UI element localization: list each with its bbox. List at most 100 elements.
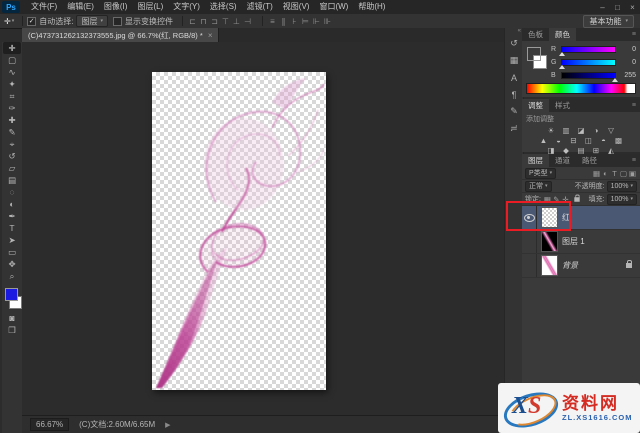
tool-preset-picker[interactable]: ✛ ▾ <box>0 17 18 26</box>
auto-select-dropdown[interactable]: 图层 ▾ <box>76 15 108 27</box>
adjustment-icon-0-0[interactable]: ☀ <box>546 126 557 135</box>
foreground-color-swatch[interactable] <box>5 288 18 301</box>
lock-all-icon[interactable] <box>574 194 580 202</box>
path-selection-tool[interactable]: ➤ <box>3 234 21 246</box>
dodge-tool[interactable]: ◐ <box>3 198 21 210</box>
layer-filter-icon-1[interactable]: ◐ <box>601 169 610 178</box>
align-icon-1[interactable]: ⊓ <box>198 17 209 26</box>
gradient-tool[interactable]: ▤ <box>3 174 21 186</box>
menu-item-7[interactable]: 视图(V) <box>278 0 315 14</box>
slider-value-g[interactable]: 0 <box>619 59 636 66</box>
align-icon-0[interactable]: ⊏ <box>187 17 198 26</box>
slider-track-b[interactable] <box>561 72 618 82</box>
menu-item-8[interactable]: 窗口(W) <box>314 0 353 14</box>
menu-item-9[interactable]: 帮助(H) <box>353 0 390 14</box>
marquee-tool[interactable]: ▢ <box>3 54 21 66</box>
hand-tool[interactable]: ✥ <box>3 258 21 270</box>
eyedropper-tool[interactable]: ✑ <box>3 102 21 114</box>
adjustment-icon-1-4[interactable]: ◓ <box>598 136 609 145</box>
adjustment-icon-2-4[interactable]: ◭ <box>606 146 617 155</box>
lasso-tool[interactable]: ∿ <box>3 66 21 78</box>
history-panel-icon[interactable]: ↺ <box>505 35 523 52</box>
history-brush-tool[interactable]: ↺ <box>3 150 21 162</box>
blend-mode-dropdown[interactable]: 正常 ▾ <box>525 180 552 192</box>
layer-filter-dropdown[interactable]: P类型 ▾ <box>525 167 557 179</box>
fill-dropdown[interactable]: 100% ▾ <box>606 193 637 205</box>
adjustment-icon-0-3[interactable]: ◑ <box>591 126 602 135</box>
slider-track-r[interactable] <box>559 46 616 56</box>
adjustment-icon-2-0[interactable]: ◨ <box>546 146 557 155</box>
pen-tool[interactable]: ✒ <box>3 210 21 222</box>
layer-row-2[interactable]: 背景 <box>522 254 640 278</box>
distribute-icon-5[interactable]: ⊪ <box>322 17 333 26</box>
document-tab[interactable]: (C)473731262132373555.jpg @ 66.7%(红, RGB… <box>22 28 220 42</box>
adjustments-tab-1[interactable]: 样式 <box>549 99 576 112</box>
zoom-level-field[interactable]: 66.67% <box>30 418 70 431</box>
layer-filter-icon-3[interactable]: ▢ <box>619 169 628 178</box>
foreground-color-swatch[interactable] <box>527 47 541 61</box>
distribute-icon-4[interactable]: ⊩ <box>311 17 322 26</box>
adjustment-icon-0-2[interactable]: ◪ <box>576 126 587 135</box>
blur-tool[interactable]: ◌ <box>3 186 21 198</box>
adjustment-icon-2-3[interactable]: ⊞ <box>591 146 602 155</box>
slider-thumb-r[interactable] <box>559 52 565 56</box>
slider-value-r[interactable]: 0 <box>619 46 636 53</box>
menu-item-5[interactable]: 选择(S) <box>205 0 242 14</box>
workspace-switcher[interactable]: 基本功能 ▾ <box>583 14 634 28</box>
close-button[interactable]: × <box>625 1 640 14</box>
screen-mode-icon[interactable]: ❒ <box>3 324 21 336</box>
adjustment-icon-1-2[interactable]: ⊟ <box>568 136 579 145</box>
adjustment-icon-0-1[interactable]: ▥ <box>561 126 572 135</box>
adjustment-icon-2-1[interactable]: ◆ <box>561 146 572 155</box>
brush-panel-icon[interactable]: ✎ <box>505 103 523 120</box>
layer-filter-icon-4[interactable]: ▣ <box>628 169 637 178</box>
adjustment-icon-1-1[interactable]: ◒ <box>553 136 564 145</box>
layer-thumbnail[interactable] <box>541 231 558 252</box>
color-tab-0[interactable]: 色板 <box>522 28 549 41</box>
character-panel-icon[interactable]: A <box>505 69 523 86</box>
align-icon-3[interactable]: ⊤ <box>220 17 231 26</box>
adjustment-icon-2-2[interactable]: ▤ <box>576 146 587 155</box>
color-menu-icon[interactable]: ≡ <box>632 28 640 41</box>
slider-thumb-b[interactable] <box>612 78 618 82</box>
opacity-dropdown[interactable]: 100% ▾ <box>606 180 637 192</box>
layer-row-1[interactable]: 图层 1 <box>522 230 640 254</box>
canvas[interactable] <box>152 72 326 390</box>
expand-dock-icon[interactable]: « <box>505 28 523 35</box>
menu-item-4[interactable]: 文字(Y) <box>168 0 205 14</box>
layers-tab-1[interactable]: 通道 <box>549 154 576 167</box>
adjustment-icon-0-4[interactable]: ▽ <box>606 126 617 135</box>
layers-tab-2[interactable]: 路径 <box>576 154 603 167</box>
adjustment-icon-1-0[interactable]: ▲ <box>538 136 549 145</box>
align-icon-5[interactable]: ⊣ <box>242 17 253 26</box>
slider-value-b[interactable]: 255 <box>619 72 636 79</box>
type-tool[interactable]: T <box>3 222 21 234</box>
menu-item-3[interactable]: 图层(L) <box>132 0 168 14</box>
layers-tab-0[interactable]: 图层 <box>522 154 549 167</box>
menu-item-2[interactable]: 图像(I) <box>99 0 133 14</box>
healing-brush-tool[interactable]: ✚ <box>3 114 21 126</box>
zoom-tool[interactable]: ⌕ <box>3 270 21 282</box>
align-icon-4[interactable]: ⊥ <box>231 17 242 26</box>
distribute-icon-0[interactable]: ≡ <box>267 17 278 26</box>
color-tab-1[interactable]: 颜色 <box>549 28 576 41</box>
eraser-tool[interactable]: ▱ <box>3 162 21 174</box>
layer-filter-icon-2[interactable]: T <box>610 169 619 178</box>
adjustments-menu-icon[interactable]: ≡ <box>632 99 640 112</box>
menu-item-0[interactable]: 文件(F) <box>26 0 62 14</box>
menu-item-1[interactable]: 编辑(E) <box>62 0 99 14</box>
show-transform-checkbox[interactable] <box>112 16 122 26</box>
crop-tool[interactable]: ⌗ <box>3 90 21 102</box>
quick-mask-icon[interactable]: ◙ <box>3 312 21 324</box>
adjustment-icon-1-5[interactable]: ▩ <box>613 136 624 145</box>
minimize-button[interactable]: – <box>595 1 610 14</box>
layer-filter-icon-0[interactable]: ▦ <box>592 169 601 178</box>
auto-select-checkbox[interactable]: ✓ <box>27 16 37 26</box>
quick-selection-tool[interactable]: ✦ <box>3 78 21 90</box>
slider-thumb-g[interactable] <box>559 65 565 69</box>
clone-source-panel-icon[interactable]: ≓ <box>505 120 523 137</box>
distribute-icon-2[interactable]: ⊦ <box>289 17 300 26</box>
clone-stamp-tool[interactable]: ⌖ <box>3 138 21 150</box>
layer-thumbnail[interactable] <box>541 255 558 276</box>
brush-tool[interactable]: ✎ <box>3 126 21 138</box>
